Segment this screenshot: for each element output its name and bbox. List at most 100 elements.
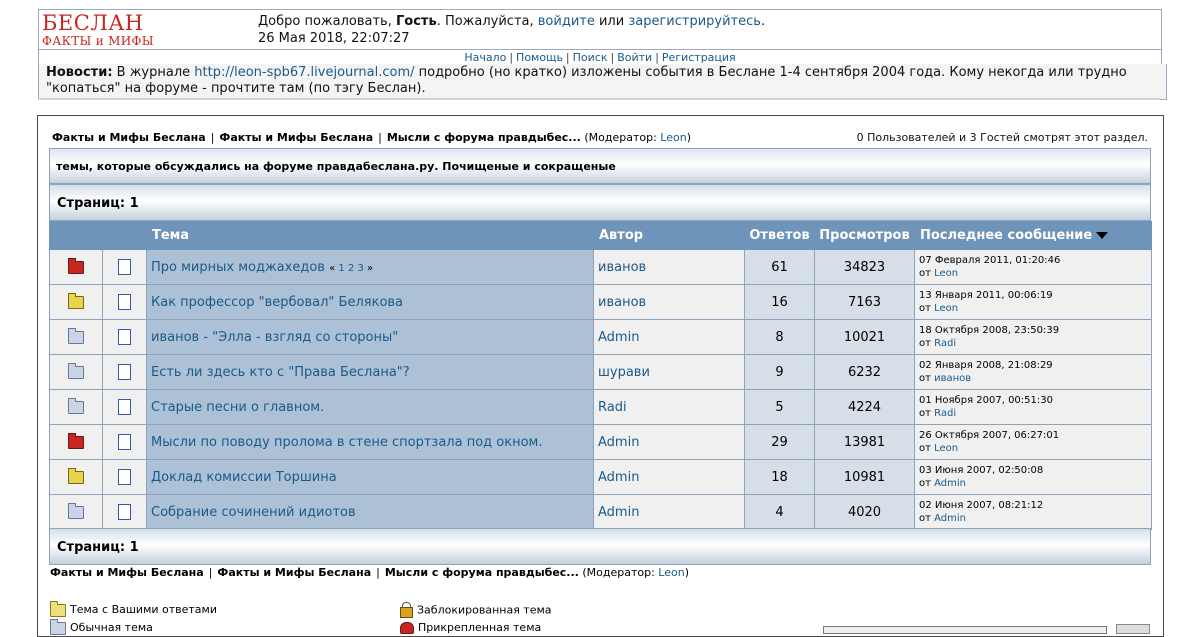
news-bar: Новости: В журнале http://leon-spb67.liv… [38,64,1167,100]
last-poster-link[interactable]: иванов [934,373,971,384]
jump-go-button[interactable] [1116,624,1150,634]
topic-page-link[interactable]: 2 [348,263,354,274]
author-link[interactable]: Radi [598,400,627,415]
last-poster-link[interactable]: Admin [934,478,966,489]
author-link[interactable]: Admin [598,330,639,345]
menu-separator: | [610,51,615,64]
breadcrumb-item[interactable]: Мысли с форума правдыбес... [387,131,581,144]
replies-count: 29 [744,424,815,460]
jump-to-select[interactable] [823,626,1107,634]
menu-home[interactable]: Начало [464,51,506,64]
breadcrumb-item[interactable]: Мысли с форума правдыбес... [385,566,579,579]
topic-link[interactable]: Как профессор "вербовал" Белякова [151,295,403,310]
topic-author-cell: иванов [593,284,745,320]
header-author[interactable]: Автор [593,221,745,250]
header-replies[interactable]: Ответов [744,221,815,250]
topic-author-cell: Admin [593,494,745,530]
moderator-link[interactable]: Leon [658,566,684,579]
menu-help[interactable]: Помощь [516,51,563,64]
last-post-date: 03 Июня 2007, 02:50:08 [919,465,1044,476]
last-post-by: от Admin [919,512,1151,525]
welcome-mid: . Пожалуйста, [436,14,538,29]
hot-folder-icon [68,432,84,449]
last-poster-link[interactable]: Radi [934,408,956,419]
menu-login[interactable]: Войти [617,51,652,64]
legend-normal-topic: Обычная тема [50,618,153,635]
header-views[interactable]: Просмотров [814,221,915,250]
last-poster-link[interactable]: Leon [934,268,958,279]
topic-subject-cell: Старые песни о главном. [146,389,594,425]
breadcrumb-separator: | [210,131,215,144]
breadcrumb-item[interactable]: Факты и Мифы Беслана [52,131,206,144]
last-poster-link[interactable]: Leon [934,303,958,314]
legend-label: Обычная тема [70,621,153,634]
last-poster-link[interactable]: Radi [934,338,956,349]
viewers-count: 0 Пользователей и 3 Гостей смотрят этот … [856,131,1148,144]
breadcrumb-item[interactable]: Факты и Мифы Беслана [217,566,371,579]
replies-count: 18 [744,459,815,495]
my-topic-folder-icon [50,600,66,617]
breadcrumb-item[interactable]: Факты и Мифы Беслана [50,566,204,579]
header-type-col [102,221,147,250]
header-subject[interactable]: Тема [146,221,594,250]
menu-search[interactable]: Поиск [573,51,608,64]
breadcrumb-item[interactable]: Факты и Мифы Беслана [219,131,373,144]
menu-separator: | [509,51,514,64]
author-link[interactable]: иванов [598,260,646,275]
menu-register[interactable]: Регистрация [662,51,736,64]
author-link[interactable]: шурави [598,365,650,380]
topic-subject-cell: Собрание сочинений идиотов [146,494,594,530]
document-icon [118,259,131,275]
topic-link[interactable]: Старые песни о главном. [151,400,324,415]
sort-desc-icon[interactable] [1096,232,1109,239]
topic-link[interactable]: Есть ли здесь кто с "Права Беслана"? [151,365,410,380]
news-link[interactable]: http://leon-spb67.livejournal.com/ [194,65,414,80]
views-count: 4020 [814,494,915,530]
document-icon [118,294,131,310]
logo-subtitle: ФАКТЫ и МИФЫ [42,34,154,48]
author-link[interactable]: Admin [598,435,639,450]
views-count: 4224 [814,389,915,425]
by-prefix: от [919,303,935,314]
last-post-by: от Radi [919,407,1151,420]
last-post-by: от Leon [919,267,1151,280]
author-link[interactable]: Admin [598,470,639,485]
site-logo[interactable]: БЕСЛАН ФАКТЫ и МИФЫ [42,12,172,48]
moderator-link[interactable]: Leon [660,131,686,144]
by-prefix: от [919,373,935,384]
folder-icon [50,618,66,635]
pages-bar-bottom: Страниц: 1 [49,528,1151,565]
last-post-date: 07 Февраля 2011, 01:20:46 [919,255,1061,266]
breadcrumb-separator: | [208,566,213,579]
topic-link[interactable]: Мысли по поводу пролома в стене спортзал… [151,435,543,450]
author-link[interactable]: иванов [598,295,646,310]
last-poster-link[interactable]: Admin [934,513,966,524]
breadcrumb-separator: | [376,566,380,579]
replies-count: 4 [744,494,815,530]
legend-label: Заблокированная тема [417,603,552,617]
last-post-date: 01 Ноября 2007, 00:51:30 [919,395,1053,406]
register-link[interactable]: зарегистрируйтесь [628,14,761,29]
folder-icon [68,397,84,414]
topic-status-cell [49,424,103,460]
topic-link[interactable]: Доклад комиссии Торшина [151,470,337,485]
replies-count: 8 [744,319,815,355]
topic-link[interactable]: иванов - "Элла - взгляд со стороны" [151,330,398,345]
topic-page-link[interactable]: 1 [338,263,344,274]
topic-link[interactable]: Про мирных моджахедов [151,260,325,275]
breadcrumb-separator: | [378,131,382,144]
table-row: Старые песни о главном. Radi 5 4224 01 Ноябр… [49,389,1152,425]
last-post-cell: 01 Ноября 2007, 00:51:30 от Radi [914,389,1152,425]
login-link[interactable]: войдите [538,14,595,29]
folder-icon [68,502,84,519]
last-poster-link[interactable]: Leon [934,443,958,454]
last-post-by: от Leon [919,302,1151,315]
replies-count: 61 [744,249,815,285]
topic-status-cell [49,249,103,285]
last-post-date: 02 Июня 2007, 08:21:12 [919,500,1044,511]
topic-link[interactable]: Собрание сочинений идиотов [151,505,356,520]
topic-status-cell [49,494,103,530]
header-last-post[interactable]: Последнее сообщение [914,221,1152,250]
author-link[interactable]: Admin [598,505,639,520]
menu-separator: | [655,51,659,64]
